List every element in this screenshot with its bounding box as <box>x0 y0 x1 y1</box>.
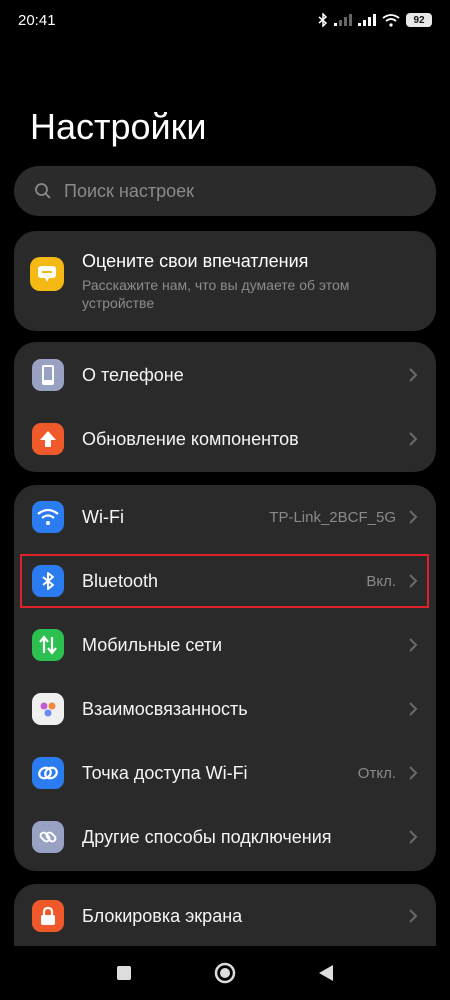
settings-group-connections: Wi-Fi TP-Link_2BCF_5G Bluetooth Вкл. Моб… <box>14 485 436 871</box>
navigation-bar <box>0 946 450 1000</box>
settings-item-label: Другие способы подключения <box>82 826 332 847</box>
settings-item-label: О телефоне <box>82 364 184 385</box>
chevron-right-icon <box>409 638 418 652</box>
feedback-title: Оцените свои впечатления <box>82 251 309 271</box>
settings-item-label: Wi-Fi <box>82 506 124 527</box>
signal-icon-2 <box>358 14 376 26</box>
chevron-right-icon <box>409 766 418 780</box>
settings-item-interconnectivity[interactable]: Взаимосвязанность <box>14 677 436 741</box>
status-icons: 92 <box>318 13 432 27</box>
circle-icon <box>214 962 236 984</box>
chevron-right-icon <box>409 909 418 923</box>
mobile-data-icon <box>32 629 64 661</box>
connectivity-icon <box>32 693 64 725</box>
recent-apps-button[interactable] <box>94 946 154 1000</box>
update-arrow-icon <box>32 423 64 455</box>
settings-item-label: Точка доступа Wi-Fi <box>82 762 248 783</box>
search-placeholder: Поиск настроек <box>64 180 194 201</box>
bluetooth-status-icon <box>318 13 328 27</box>
settings-item-label: Блокировка экрана <box>82 905 243 926</box>
settings-item-value: TP-Link_2BCF_5G <box>269 508 396 526</box>
triangle-back-icon <box>319 965 333 981</box>
lock-icon <box>32 900 64 932</box>
signal-icon <box>334 14 352 26</box>
bluetooth-highlight-frame <box>20 554 429 608</box>
feedback-subtitle: Расскажите нам, что вы думаете об этом у… <box>82 277 350 311</box>
page-title: Настройки <box>30 106 207 147</box>
settings-item-label: Взаимосвязанность <box>82 698 248 719</box>
status-bar: 20:41 92 <box>0 0 450 40</box>
search-icon <box>35 183 51 199</box>
battery-indicator: 92 <box>406 13 432 27</box>
phone-icon <box>32 359 64 391</box>
settings-item-label: Обновление компонентов <box>82 428 299 449</box>
settings-item-about-phone[interactable]: О телефоне <box>14 343 436 407</box>
chevron-right-icon <box>409 702 418 716</box>
link-icon <box>32 821 64 853</box>
settings-item-other-connections[interactable]: Другие способы подключения <box>14 805 436 869</box>
home-button[interactable] <box>195 946 255 1000</box>
settings-item-lock-screen[interactable]: Блокировка экрана <box>14 884 436 948</box>
feedback-card[interactable]: Оцените свои впечатления Расскажите нам,… <box>14 231 436 331</box>
settings-group-security: Блокировка экрана <box>14 884 436 946</box>
chevron-right-icon <box>409 368 418 382</box>
settings-item-hotspot[interactable]: Точка доступа Wi-Fi Откл. <box>14 741 436 805</box>
square-icon <box>117 966 131 980</box>
clock: 20:41 <box>18 11 56 29</box>
settings-group-device: О телефоне Обновление компонентов <box>14 342 436 472</box>
settings-item-wifi[interactable]: Wi-Fi TP-Link_2BCF_5G <box>14 485 436 549</box>
hotspot-icon <box>32 757 64 789</box>
settings-item-label: Мобильные сети <box>82 634 223 655</box>
settings-item-value: Откл. <box>357 764 396 782</box>
settings-item-mobile-networks[interactable]: Мобильные сети <box>14 613 436 677</box>
back-button[interactable] <box>296 946 356 1000</box>
feedback-icon <box>30 257 64 291</box>
chevron-right-icon <box>409 830 418 844</box>
wifi-status-icon <box>382 13 400 27</box>
settings-item-updates[interactable]: Обновление компонентов <box>14 407 436 471</box>
wifi-icon <box>32 501 64 533</box>
search-input[interactable]: Поиск настроек <box>14 166 436 216</box>
chevron-right-icon <box>409 510 418 524</box>
chevron-right-icon <box>409 432 418 446</box>
